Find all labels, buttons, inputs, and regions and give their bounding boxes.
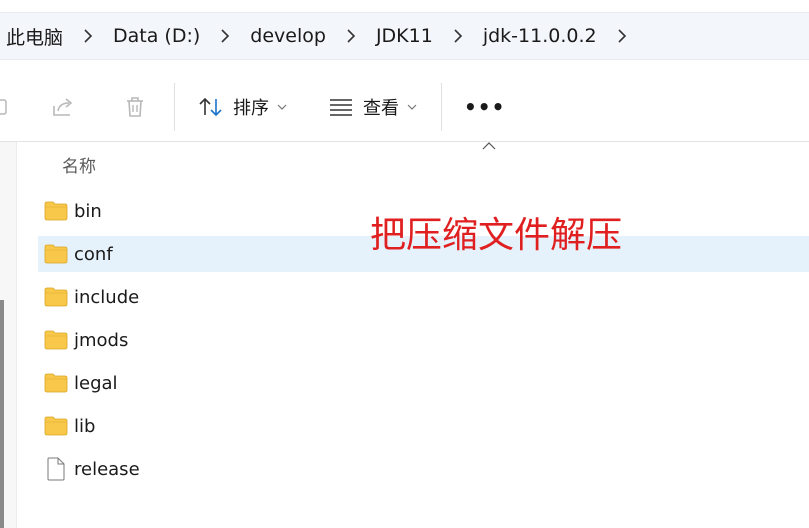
- view-button[interactable]: 查看: [327, 89, 417, 125]
- chevron-right-icon[interactable]: [330, 29, 372, 43]
- file-name: bin: [74, 200, 102, 222]
- annotation-text: 把压缩文件解压: [370, 215, 623, 256]
- sort-icon: [197, 92, 225, 122]
- breadcrumb-item-develop[interactable]: develop: [246, 25, 330, 47]
- chevron-down-icon: [277, 104, 287, 110]
- rename-icon[interactable]: [0, 92, 14, 122]
- file-name: legal: [74, 372, 118, 394]
- view-list-icon: [327, 92, 355, 122]
- sort-label: 排序: [233, 97, 269, 119]
- toolbar-divider: [441, 82, 442, 131]
- list-item[interactable]: lib: [38, 408, 809, 444]
- breadcrumb-item-jdk-version[interactable]: jdk-11.0.0.2: [479, 25, 601, 47]
- folder-icon: [44, 373, 68, 393]
- file-name: release: [74, 458, 140, 480]
- list-item[interactable]: jmods: [38, 322, 809, 358]
- toolbar-divider: [174, 82, 175, 131]
- folder-icon: [44, 244, 68, 264]
- file-name: include: [74, 286, 140, 308]
- folder-icon: [44, 330, 68, 350]
- file-explorer-window: 此电脑 Data (D:) develop JDK11 jdk-11.0.0.2: [0, 0, 809, 528]
- chevron-right-icon[interactable]: [601, 29, 643, 43]
- share-icon[interactable]: [48, 92, 78, 122]
- more-icon: •••: [464, 94, 506, 119]
- list-item[interactable]: legal: [38, 365, 809, 401]
- folder-icon: [44, 287, 68, 307]
- breadcrumb-item-data-d[interactable]: Data (D:): [109, 25, 204, 47]
- chevron-right-icon[interactable]: [67, 29, 109, 43]
- folder-icon: [44, 416, 68, 436]
- file-icon: [44, 457, 68, 481]
- column-header-name[interactable]: 名称: [62, 152, 96, 177]
- file-name: jmods: [74, 329, 129, 351]
- sort-button[interactable]: 排序: [197, 89, 287, 125]
- breadcrumb-item-this-pc[interactable]: 此电脑: [2, 23, 67, 50]
- breadcrumb-item-jdk11[interactable]: JDK11: [372, 25, 437, 47]
- list-item[interactable]: include: [38, 279, 809, 315]
- folder-icon: [44, 201, 68, 221]
- chevron-right-icon[interactable]: [437, 29, 479, 43]
- chevron-down-icon: [407, 104, 417, 110]
- sort-ascending-icon: [482, 142, 496, 150]
- breadcrumb: 此电脑 Data (D:) develop JDK11 jdk-11.0.0.2: [0, 12, 809, 60]
- more-options-button[interactable]: •••: [464, 89, 505, 125]
- file-name: conf: [74, 243, 113, 265]
- view-label: 查看: [363, 97, 399, 119]
- navigation-pane-scrollbar[interactable]: [0, 300, 4, 528]
- command-toolbar: 排序 查看 •••: [0, 72, 809, 142]
- delete-icon[interactable]: [120, 92, 150, 122]
- list-item[interactable]: release: [38, 451, 809, 487]
- chevron-right-icon[interactable]: [204, 29, 246, 43]
- file-name: lib: [74, 415, 96, 437]
